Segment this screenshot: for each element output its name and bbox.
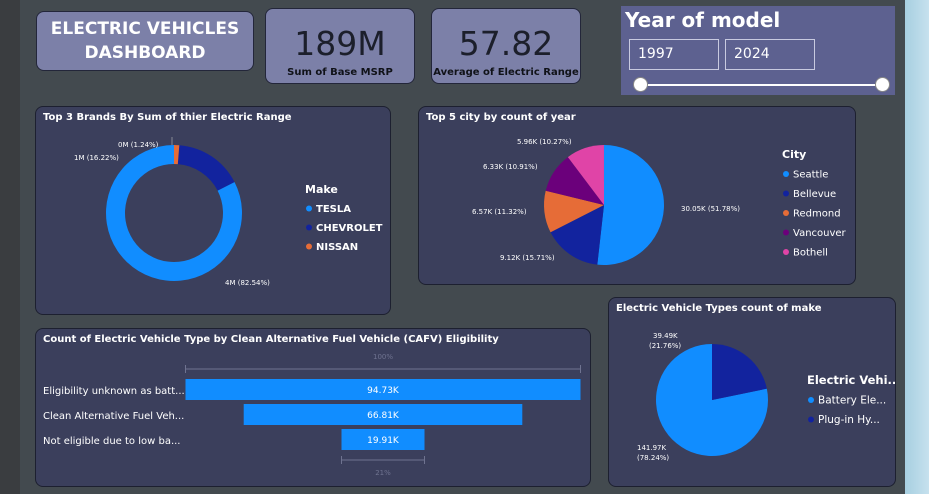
city-legend-marker-vancouver [783, 229, 789, 236]
label-plug-in-pct: (21.76%) [649, 342, 681, 350]
label-redmond: 6.57K (11.32%) [472, 208, 527, 216]
ev-types-card: Electric Vehicle Types count of make 39.… [608, 297, 896, 487]
funnel-category-1: Eligibility unknown as batt... [43, 386, 185, 397]
city-pie-card: Top 5 city by count of year 30.05K (51.7… [418, 106, 856, 285]
label-battery-value: 141.97K [637, 444, 666, 452]
slicer-start-input[interactable]: 1997 [629, 39, 719, 70]
funnel-value-3: 19.91K [367, 436, 400, 446]
brands-legend-marker-chevrolet [306, 224, 312, 231]
brands-legend-chevrolet: CHEVROLET [316, 223, 383, 234]
slice-seattle[interactable] [597, 145, 665, 265]
dashboard-title: ELECTRIC VEHICLES DASHBOARD [36, 11, 254, 71]
ev-types-legend-plug-in-hy: Plug-in Hy... [818, 414, 880, 426]
slicer-start-handle[interactable] [633, 77, 648, 92]
cafv-funnel-card: Count of Electric Vehicle Type by Clean … [35, 328, 591, 487]
city-legend-vancouver: Vancouver [793, 228, 847, 239]
city-legend-marker-bothell [783, 249, 789, 255]
city-legend-marker-redmond [783, 210, 789, 216]
city-legend-seattle: Seattle [793, 170, 828, 181]
kpi-msrp-label: Sum of Base MSRP [287, 67, 393, 78]
slice-chevrolet[interactable] [177, 145, 235, 191]
brands-legend-marker-nissan [306, 243, 312, 250]
funnel-category-2: Clean Alternative Fuel Veh... [43, 411, 184, 422]
title-line-1: ELECTRIC VEHICLES [50, 19, 240, 39]
city-legend-title: City [782, 148, 806, 161]
brands-legend-title: Make [305, 183, 338, 196]
kpi-card-range[interactable]: 57.82 Average of Electric Range [431, 8, 581, 84]
city-legend-bellevue: Bellevue [793, 189, 836, 200]
slicer-title: Year of model [625, 8, 781, 32]
label-nissan: 0M (1.24%) [118, 141, 159, 149]
kpi-range-value: 57.82 [458, 24, 554, 63]
funnel-value-1: 94.73K [367, 386, 400, 396]
brands-legend-nissan: NISSAN [316, 242, 358, 253]
city-legend-marker-seattle [783, 171, 789, 177]
ev-types-legend-marker-battery-ele [808, 397, 814, 403]
label-plug-in-value: 39.49K [653, 332, 678, 340]
ev-types-legend-marker-plug-in-hy [808, 416, 814, 423]
funnel-value-2: 66.81K [367, 411, 400, 421]
brands-legend-marker-tesla [306, 205, 312, 212]
funnel-top-label: 100% [373, 353, 393, 361]
title-line-2: DASHBOARD [84, 43, 206, 63]
slicer-track[interactable] [641, 84, 882, 86]
slicer-end-handle[interactable] [875, 77, 890, 92]
ev-types-legend-title: Electric Vehi... [807, 373, 895, 387]
label-bellevue: 9.12K (15.71%) [500, 254, 555, 262]
funnel-category-3: Not eligible due to low ba... [43, 436, 181, 447]
slicer-end-input[interactable]: 2024 [725, 39, 815, 70]
city-pie-chart[interactable]: 30.05K (51.78%) 9.12K (15.71%) 6.57K (11.3… [419, 107, 855, 284]
label-bothell: 5.96K (10.27%) [517, 138, 572, 146]
kpi-msrp-value: 189M [294, 24, 386, 63]
cafv-funnel-chart[interactable]: 100% Eligibility unknown as batt... 94.73K… [36, 329, 590, 486]
brands-donut-card: Top 3 Brands By Sum of thier Electric Ra… [35, 106, 391, 315]
brands-donut-chart[interactable]: 0M (1.24%) 1M (16.22%) 4M (82.54%) Make TESL… [36, 107, 390, 314]
label-seattle: 30.05K (51.78%) [681, 205, 740, 213]
label-vancouver: 6.33K (10.91%) [483, 163, 538, 171]
kpi-range-label: Average of Electric Range [433, 67, 579, 78]
label-chevrolet: 1M (16.22%) [74, 154, 119, 162]
ev-types-legend-battery-ele: Battery Ele... [818, 395, 886, 407]
city-legend-bothell: Bothell [793, 248, 828, 259]
ev-types-pie-chart[interactable]: 39.49K(21.76%)141.97K(78.24%)Electric Ve… [609, 298, 895, 486]
funnel-bottom-label: 21% [375, 469, 391, 477]
label-tesla: 4M (82.54%) [225, 279, 270, 287]
city-legend-redmond: Redmond [793, 209, 841, 220]
label-battery-pct: (78.24%) [637, 454, 669, 462]
kpi-card-msrp[interactable]: 189M Sum of Base MSRP [265, 8, 415, 84]
city-legend-marker-bellevue [783, 190, 789, 197]
year-slicer[interactable]: Year of model 1997 2024 [621, 6, 895, 95]
brands-legend-tesla: TESLA [316, 204, 351, 215]
